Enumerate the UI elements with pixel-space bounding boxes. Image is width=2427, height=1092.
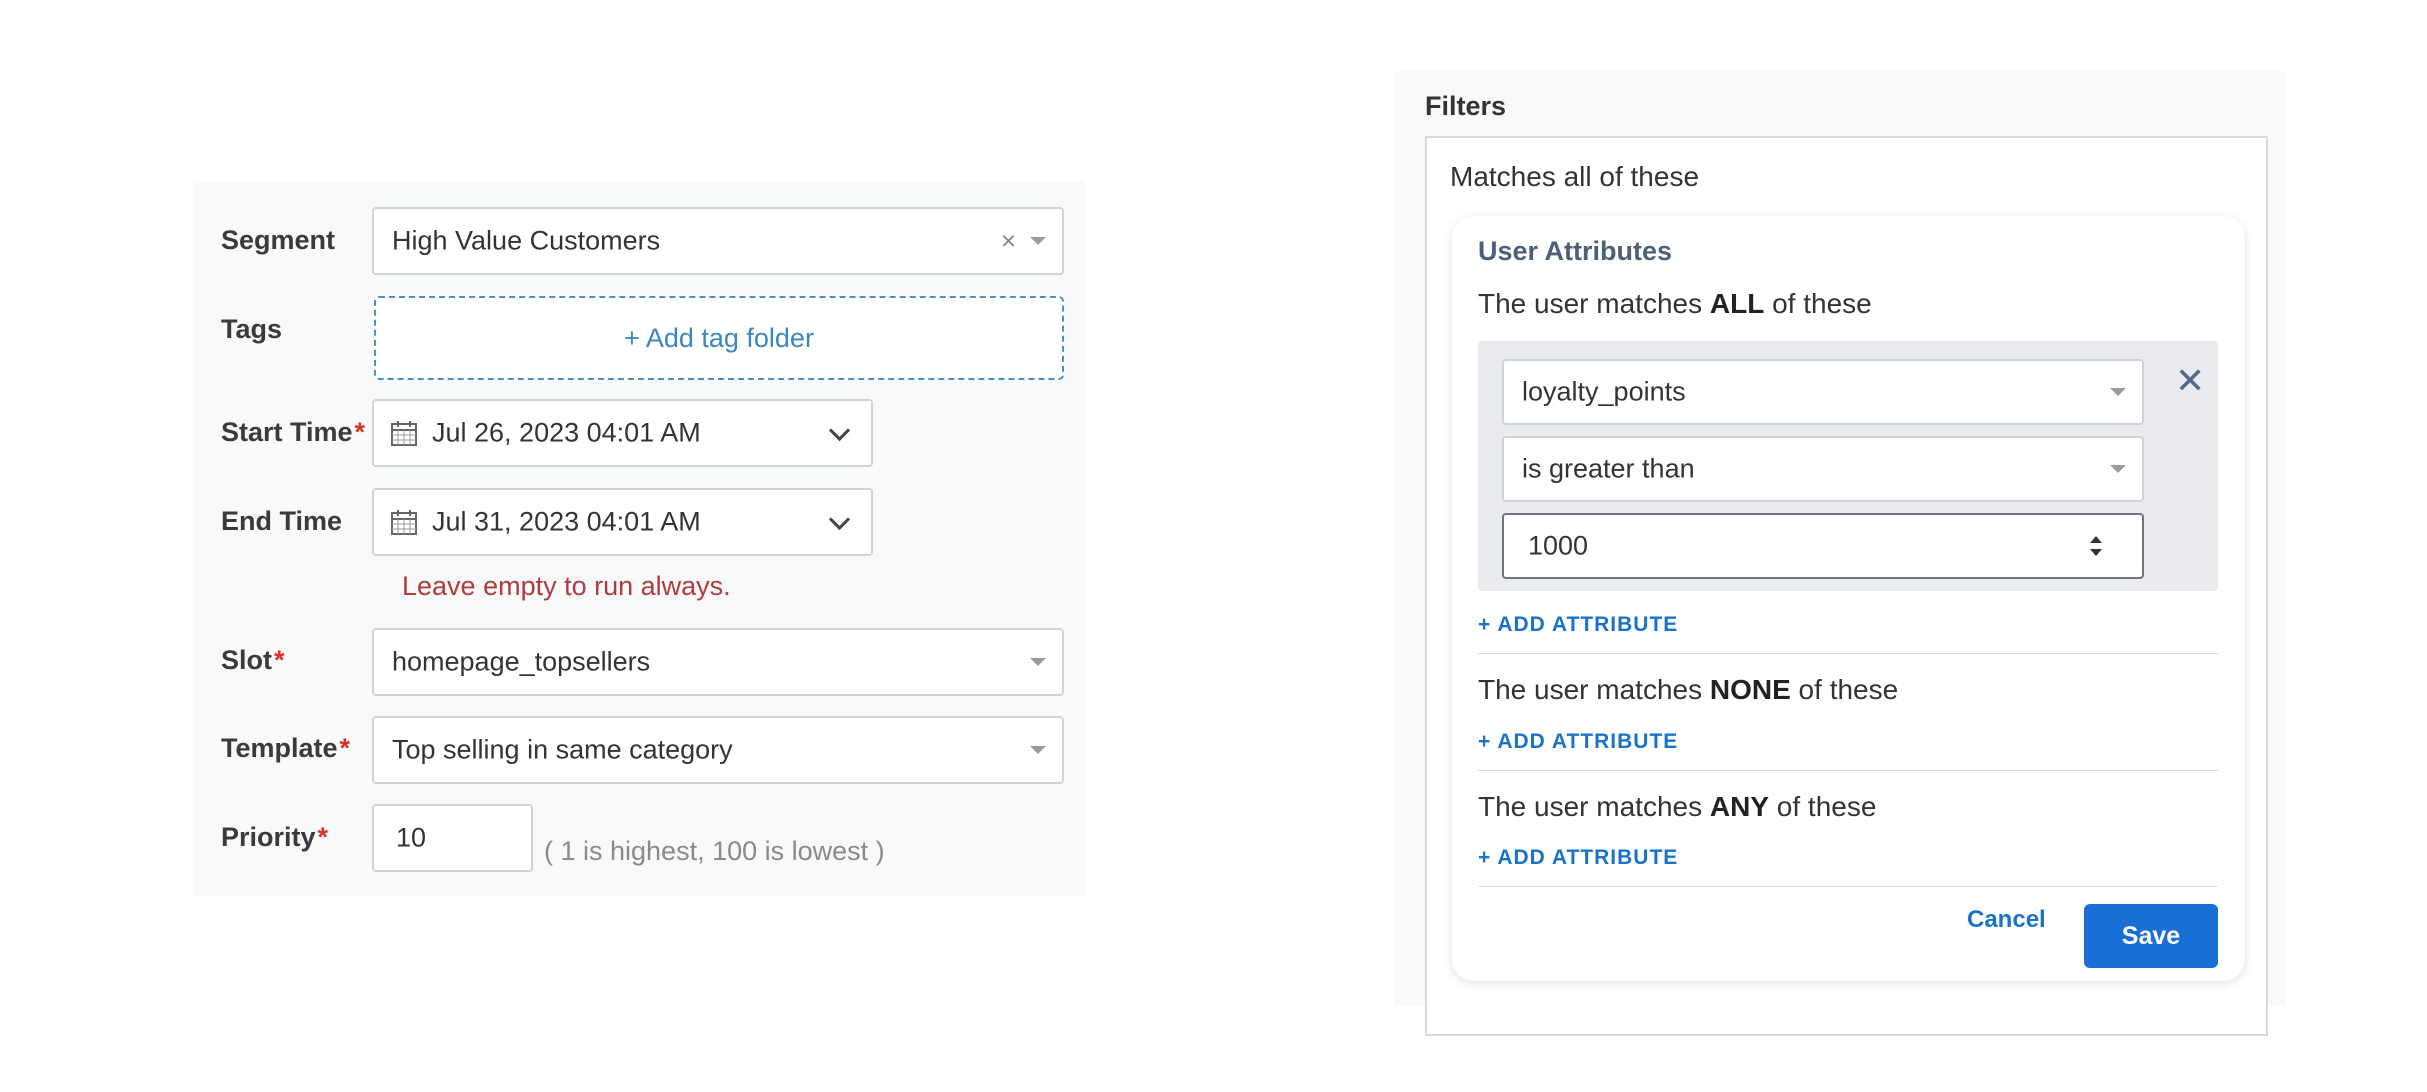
- calendar-icon: [391, 510, 417, 535]
- template-select[interactable]: Top selling in same category: [372, 716, 1064, 784]
- close-icon[interactable]: ✕: [2175, 363, 2205, 399]
- all-rule-text: The user matches ALL of these: [1478, 288, 1872, 319]
- priority-hint: ( 1 is highest, 100 is lowest ): [544, 836, 885, 866]
- spinner-icon[interactable]: [2088, 532, 2104, 560]
- calendar-icon: [391, 421, 417, 446]
- clear-icon[interactable]: ×: [1001, 226, 1016, 257]
- template-label: Template*: [221, 733, 351, 763]
- add-attribute-none-button[interactable]: + ADD ATTRIBUTE: [1478, 730, 1678, 754]
- any-rule-text: The user matches ANY of these: [1478, 791, 1877, 822]
- condition-value: 1000: [1528, 530, 1589, 561]
- segment-label: Segment: [221, 225, 336, 255]
- priority-value: 10: [396, 822, 427, 853]
- add-tag-folder-label: + Add tag folder: [624, 322, 814, 353]
- user-attributes-card: User Attributes The user matches ALL of …: [1452, 216, 2245, 981]
- slot-label: Slot*: [221, 645, 285, 675]
- divider: [1478, 653, 2218, 654]
- filters-panel: Filters Matches all of these User Attrib…: [1395, 71, 2285, 1036]
- end-time-hint: Leave empty to run always.: [402, 571, 731, 601]
- slot-value: homepage_topsellers: [392, 646, 651, 677]
- caret-down-icon: [1030, 237, 1046, 245]
- save-button[interactable]: Save: [2084, 904, 2218, 968]
- card-title: User Attributes: [1478, 236, 1673, 266]
- operator-value: is greater than: [1522, 453, 1695, 484]
- caret-down-icon: [2110, 465, 2126, 473]
- template-value: Top selling in same category: [392, 734, 733, 765]
- filters-title: Filters: [1425, 91, 1507, 121]
- add-tag-folder-button[interactable]: + Add tag folder: [374, 296, 1064, 380]
- operator-select[interactable]: is greater than: [1502, 436, 2144, 502]
- cancel-button[interactable]: Cancel: [1967, 906, 2046, 934]
- slot-select[interactable]: homepage_topsellers: [372, 628, 1064, 696]
- add-attribute-any-button[interactable]: + ADD ATTRIBUTE: [1478, 846, 1678, 870]
- caret-down-icon: [1030, 746, 1046, 754]
- segment-value: High Value Customers: [392, 225, 661, 256]
- tags-label: Tags: [221, 314, 283, 344]
- start-time-picker[interactable]: Jul 26, 2023 04:01 AM: [372, 399, 873, 467]
- end-time-value: Jul 31, 2023 04:01 AM: [432, 506, 701, 537]
- caret-down-icon: [1030, 658, 1046, 666]
- end-time-picker[interactable]: Jul 31, 2023 04:01 AM: [372, 488, 873, 556]
- start-time-label: Start Time*: [221, 417, 366, 447]
- attribute-value: loyalty_points: [1522, 376, 1686, 407]
- priority-label: Priority*: [221, 822, 329, 852]
- chevron-down-icon: [828, 508, 851, 531]
- divider: [1478, 770, 2218, 771]
- rule-form: Segment High Value Customers × Tags + Ad…: [193, 181, 1086, 896]
- condition-group: loyalty_points ✕ is greater than 1000: [1478, 341, 2218, 591]
- caret-down-icon: [2110, 388, 2126, 396]
- end-time-label: End Time: [221, 506, 343, 536]
- divider: [1478, 886, 2218, 887]
- priority-input[interactable]: 10: [372, 804, 533, 872]
- none-rule-text: The user matches NONE of these: [1478, 674, 1899, 705]
- matches-all-label: Matches all of these: [1450, 161, 1700, 192]
- value-number-input[interactable]: 1000: [1502, 513, 2144, 579]
- segment-select[interactable]: High Value Customers ×: [372, 207, 1064, 275]
- chevron-down-icon: [828, 419, 851, 442]
- start-time-value: Jul 26, 2023 04:01 AM: [432, 417, 701, 448]
- add-attribute-all-button[interactable]: + ADD ATTRIBUTE: [1478, 613, 1678, 637]
- attribute-select[interactable]: loyalty_points: [1502, 359, 2144, 425]
